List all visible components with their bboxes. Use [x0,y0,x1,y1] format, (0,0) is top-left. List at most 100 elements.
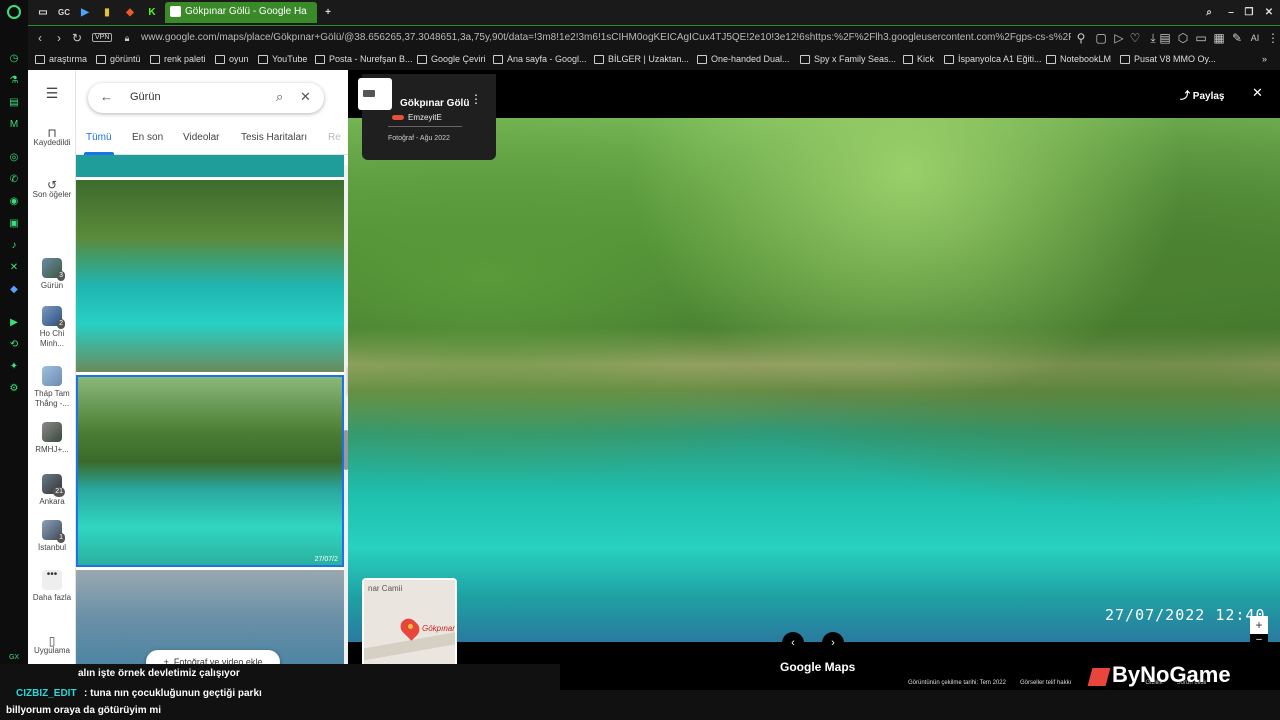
lake-photo[interactable] [348,118,1280,642]
photo-viewer[interactable]: Gökpınar Gölü EmzeyitE Fotoğraf - Ağu 20… [348,70,1280,690]
player-icon[interactable]: ▶ [7,315,21,329]
share-button[interactable]: ⤴ Paylaş [1180,87,1224,102]
gx-control-icon[interactable]: ▤ [7,95,21,109]
bookmark-item[interactable]: Kick [903,54,934,64]
close-viewer-icon[interactable]: ✕ [1252,85,1263,101]
recent-place-ankara[interactable]: 21 Ankara [28,474,76,507]
tab-gitlab-icon[interactable]: ◆ [123,5,137,19]
tab-all[interactable]: Tümü [86,132,112,143]
reload-icon[interactable]: ↻ [70,31,84,45]
search-box[interactable]: ← Gürün ⌕ ✕ [88,83,324,113]
bookmark-item[interactable]: Pusat V8 MMO Oy... [1120,54,1216,64]
photo-author[interactable]: EmzeyitE [408,113,442,122]
zoom-out-button[interactable]: – [1250,634,1268,645]
close-icon[interactable]: ✕ [300,89,311,105]
tab-latest[interactable]: En son [132,132,163,143]
bookmark-item[interactable]: BİLGER | Uzaktan... [594,54,689,64]
tiktok-icon[interactable]: ♪ [7,238,21,252]
gx-corner-icon[interactable]: ◎ [7,150,21,164]
bookmark-item[interactable]: Spy x Family Seas... [800,54,896,64]
bookmark-item[interactable]: Posta - Nurefşan B... [315,54,413,64]
document-icon[interactable]: ▤ [1158,31,1172,45]
bookmarks-overflow-icon[interactable]: » [1262,54,1267,64]
bookmark-item[interactable]: Google Çeviri [417,54,486,64]
edit-icon[interactable]: ✎ [1230,31,1244,45]
copyright-link[interactable]: Görseller telif hakkı [1020,680,1071,686]
vk-icon[interactable]: ◆ [7,282,21,296]
opera-logo-icon[interactable] [7,5,21,19]
bookmark-item[interactable]: renk paleti [150,54,206,64]
tab-bluesky-icon[interactable]: ▶ [78,5,92,19]
forward-icon[interactable]: › [52,31,66,45]
flow-icon[interactable]: ⚗ [7,73,21,87]
whatsapp-icon[interactable]: ✆ [7,172,21,186]
bookmark-item[interactable]: One-handed Dual... [697,54,790,64]
keyboard-toggle-button[interactable] [358,78,392,110]
next-photo-arrow-icon[interactable]: › [822,632,844,654]
speed-dial-icon[interactable]: ◷ [7,51,21,65]
extensions-icon[interactable]: ⬡ [1176,31,1190,45]
photo-thumbnail[interactable] [76,155,344,177]
minimize-icon[interactable]: – [1224,5,1238,19]
tab-overflow[interactable]: Re [328,132,341,143]
discord-icon[interactable]: ◉ [7,194,21,208]
recent-place-thap-tam-thang[interactable]: Tháp Tam Thắng -... [28,366,76,409]
more-button[interactable]: ••• Daha fazla [28,570,76,603]
place-title[interactable]: Gökpınar Gölü [400,98,469,109]
recent-place-rmhj[interactable]: RMHJ+... [28,422,76,455]
recent-place-ho-chi-minh[interactable]: 2 Ho Chi Minh... [28,306,76,349]
recent-button[interactable]: ↺ Son öğeler [28,179,76,200]
search-tabs-icon[interactable]: ⌕ [1202,5,1216,19]
new-tab-icon[interactable]: + [321,5,335,19]
recent-place-istanbul[interactable]: 1 İstanbul [28,520,76,553]
heart-icon[interactable]: ♡ [1128,31,1142,45]
snapshot-icon[interactable]: ▢ [1094,31,1108,45]
play-icon[interactable]: ▷ [1112,31,1126,45]
minimap[interactable]: nar Camii Gökpınar [362,578,457,674]
tab-island-icon[interactable]: ▭ [36,5,50,19]
saved-button[interactable]: ⊓ Kaydedildi [28,127,76,148]
bookmark-item[interactable]: YouTube [258,54,307,64]
close-window-icon[interactable]: ✕ [1262,5,1276,19]
settings-icon[interactable]: ⚙ [7,381,21,395]
google-maps-logo: Google Maps [780,660,856,674]
active-tab[interactable]: Gökpınar Gölü - Google Ha [165,2,317,23]
history-icon[interactable]: ⟲ [7,337,21,351]
photo-thumbnail[interactable] [76,180,344,372]
more-options-icon[interactable]: ⋮ [470,92,482,106]
apps-button[interactable]: ▯ Uygulama [28,635,76,656]
menu-icon[interactable]: ⋮ [1266,31,1280,45]
zoom-in-button[interactable]: + [1250,616,1268,634]
menu-hamburger-icon[interactable]: ☰ [28,86,76,100]
maximize-icon[interactable]: ❐ [1242,5,1256,19]
lock-icon[interactable]: 🔒︎ [120,31,134,45]
wallet-icon[interactable]: ▭ [1194,31,1208,45]
previous-photo-arrow-icon[interactable]: ‹ [782,632,804,654]
tab-kick-icon[interactable]: K [145,5,159,19]
instagram-icon[interactable]: ▣ [7,216,21,230]
search-input[interactable]: Gürün [130,91,161,103]
recent-place-gurun[interactable]: 3 Gürün [28,258,76,291]
search-icon[interactable]: ⌕ [276,89,283,105]
tab-facility-maps[interactable]: Tesis Haritaları [241,132,307,143]
bookmark-item[interactable]: görüntü [96,54,141,64]
messenger-icon[interactable]: M [7,117,21,131]
bookmark-item[interactable]: oyun [215,54,249,64]
bookmark-item[interactable]: Ana sayfa - Googl... [493,54,587,64]
back-arrow-icon[interactable]: ← [100,89,113,104]
photo-thumbnail-selected[interactable]: 27/07/2 [76,375,344,567]
tab-videos[interactable]: Videolar [183,132,220,143]
bookmark-item[interactable]: NotebookLM [1046,54,1111,64]
image-icon[interactable]: ▦ [1212,31,1226,45]
url-field[interactable]: www.google.com/maps/place/Gökpınar+Gölü/… [141,32,1071,43]
bookmark-item[interactable]: İspanyolca A1 Eğiti... [944,54,1042,64]
pin-icon[interactable]: ⚲ [1074,31,1088,45]
x-twitter-icon[interactable]: ✕ [7,260,21,274]
back-icon[interactable]: ‹ [33,31,47,45]
lightbulb-icon[interactable]: ✦ [7,359,21,373]
vpn-badge[interactable]: VPN [92,33,113,42]
tab-gc-icon[interactable]: GC [57,5,71,19]
tab-bars-icon[interactable]: ▮ [100,5,114,19]
bookmark-item[interactable]: araştırma [35,54,87,64]
ai-button[interactable]: AI [1246,31,1264,45]
